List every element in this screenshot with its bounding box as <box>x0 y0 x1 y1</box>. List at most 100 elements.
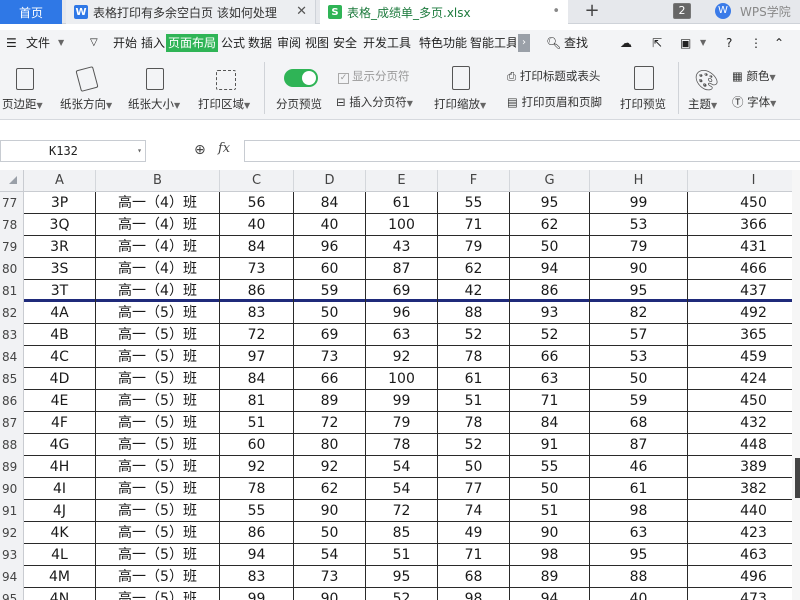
cell-c[interactable]: 60 <box>220 434 294 456</box>
cell-c[interactable]: 83 <box>220 566 294 588</box>
dot-icon[interactable]: • <box>552 4 560 19</box>
cell-d[interactable]: 50 <box>294 522 366 544</box>
column-header-a[interactable]: A <box>24 170 96 192</box>
vertical-scrollbar[interactable] <box>792 170 800 600</box>
menu-review[interactable]: 审阅 <box>277 34 301 52</box>
row-number[interactable]: 95 <box>0 588 24 600</box>
cell-g[interactable]: 50 <box>510 478 590 500</box>
new-tab-button[interactable]: + <box>580 0 604 24</box>
tab-home[interactable]: 首页 <box>0 0 62 24</box>
cell-i[interactable]: 496 <box>688 566 800 588</box>
cell-d[interactable]: 90 <box>294 500 366 522</box>
cell-e[interactable]: 96 <box>366 302 438 324</box>
formula-input[interactable] <box>244 140 800 162</box>
cell-e[interactable]: 61 <box>366 192 438 214</box>
row-number[interactable]: 92 <box>0 522 24 544</box>
cell-g[interactable]: 55 <box>510 456 590 478</box>
cell-b[interactable]: 高一（5）班 <box>96 390 220 412</box>
cell-c[interactable]: 86 <box>220 522 294 544</box>
cell-d[interactable]: 92 <box>294 456 366 478</box>
cell-d[interactable]: 40 <box>294 214 366 236</box>
cell-e[interactable]: 100 <box>366 214 438 236</box>
cell-d[interactable]: 96 <box>294 236 366 258</box>
cell-b[interactable]: 高一（4）班 <box>96 192 220 214</box>
menu-file[interactable]: 文件 <box>26 34 50 52</box>
cloud-sync-icon[interactable]: ☁ <box>620 34 632 52</box>
cell-h[interactable]: 79 <box>590 236 688 258</box>
cell-b[interactable]: 高一（5）班 <box>96 434 220 456</box>
cell-i[interactable]: 463 <box>688 544 800 566</box>
cell-e[interactable]: 69 <box>366 280 438 302</box>
theme-button[interactable]: 主题▼ <box>688 96 717 112</box>
cell-b[interactable]: 高一（5）班 <box>96 500 220 522</box>
search-icon[interactable]: 🔍︎ <box>546 34 561 52</box>
orientation-button[interactable]: 纸张方向▼ <box>60 96 112 112</box>
cell-b[interactable]: 高一（4）班 <box>96 258 220 280</box>
cell-b[interactable]: 高一（4）班 <box>96 236 220 258</box>
print-preview-button[interactable]: 打印预览 <box>620 96 666 112</box>
colors-button[interactable]: ▦ 颜色▼ <box>732 68 776 84</box>
cell-i[interactable]: 450 <box>688 390 800 412</box>
cell-a[interactable]: 4A <box>24 302 96 324</box>
cell-d[interactable]: 69 <box>294 324 366 346</box>
chevron-down-icon[interactable]: ▽ <box>90 34 98 52</box>
menu-formulas[interactable]: 公式 <box>221 34 245 52</box>
cell-a[interactable]: 4N <box>24 588 96 600</box>
cell-c[interactable]: 81 <box>220 390 294 412</box>
cell-g[interactable]: 90 <box>510 522 590 544</box>
cell-b[interactable]: 高一（5）班 <box>96 368 220 390</box>
cell-i[interactable]: 448 <box>688 434 800 456</box>
cell-f[interactable]: 52 <box>438 324 510 346</box>
cell-a[interactable]: 4J <box>24 500 96 522</box>
cell-a[interactable]: 4E <box>24 390 96 412</box>
cell-d[interactable]: 66 <box>294 368 366 390</box>
cell-a[interactable]: 3Q <box>24 214 96 236</box>
cell-g[interactable]: 94 <box>510 258 590 280</box>
menu-data[interactable]: 数据 <box>248 34 272 52</box>
cell-h[interactable]: 90 <box>590 258 688 280</box>
cell-a[interactable]: 3P <box>24 192 96 214</box>
cell-f[interactable]: 62 <box>438 258 510 280</box>
cell-h[interactable]: 50 <box>590 368 688 390</box>
cell-f[interactable]: 71 <box>438 214 510 236</box>
cell-a[interactable]: 3T <box>24 280 96 302</box>
cell-a[interactable]: 4G <box>24 434 96 456</box>
cell-g[interactable]: 91 <box>510 434 590 456</box>
cell-f[interactable]: 88 <box>438 302 510 324</box>
cell-f[interactable]: 71 <box>438 544 510 566</box>
cell-g[interactable]: 50 <box>510 236 590 258</box>
show-page-breaks-checkbox[interactable]: ✓ 显示分页符 <box>338 68 410 84</box>
scrollbar-thumb[interactable] <box>795 458 800 498</box>
share-icon[interactable]: ⇱ <box>652 34 662 52</box>
cell-d[interactable]: 90 <box>294 588 366 600</box>
page-preview-toggle[interactable] <box>284 69 318 87</box>
menu-security[interactable]: 安全 <box>333 34 357 52</box>
menu-page-layout[interactable]: 页面布局 <box>166 34 219 52</box>
cell-a[interactable]: 4H <box>24 456 96 478</box>
cell-i[interactable]: 431 <box>688 236 800 258</box>
cell-e[interactable]: 52 <box>366 588 438 600</box>
cell-g[interactable]: 98 <box>510 544 590 566</box>
row-number[interactable]: 81 <box>0 280 24 302</box>
cell-e[interactable]: 92 <box>366 346 438 368</box>
cell-a[interactable]: 4I <box>24 478 96 500</box>
column-header-h[interactable]: H <box>590 170 688 192</box>
cell-d[interactable]: 80 <box>294 434 366 456</box>
cell-a[interactable]: 4F <box>24 412 96 434</box>
cell-a[interactable]: 4B <box>24 324 96 346</box>
cell-f[interactable]: 51 <box>438 390 510 412</box>
row-number[interactable]: 77 <box>0 192 24 214</box>
cell-f[interactable]: 42 <box>438 280 510 302</box>
cell-e[interactable]: 72 <box>366 500 438 522</box>
cell-g[interactable]: 84 <box>510 412 590 434</box>
cell-i[interactable]: 423 <box>688 522 800 544</box>
cell-f[interactable]: 77 <box>438 478 510 500</box>
clipboard-icon[interactable]: ▣ <box>680 34 691 52</box>
chevron-down-icon[interactable]: ▾ <box>137 141 142 161</box>
cell-i[interactable]: 389 <box>688 456 800 478</box>
menu-insert[interactable]: 插入 <box>141 34 165 52</box>
cell-b[interactable]: 高一（5）班 <box>96 544 220 566</box>
cell-a[interactable]: 4C <box>24 346 96 368</box>
print-area-button[interactable]: 打印区域▼ <box>198 96 250 112</box>
cell-f[interactable]: 50 <box>438 456 510 478</box>
